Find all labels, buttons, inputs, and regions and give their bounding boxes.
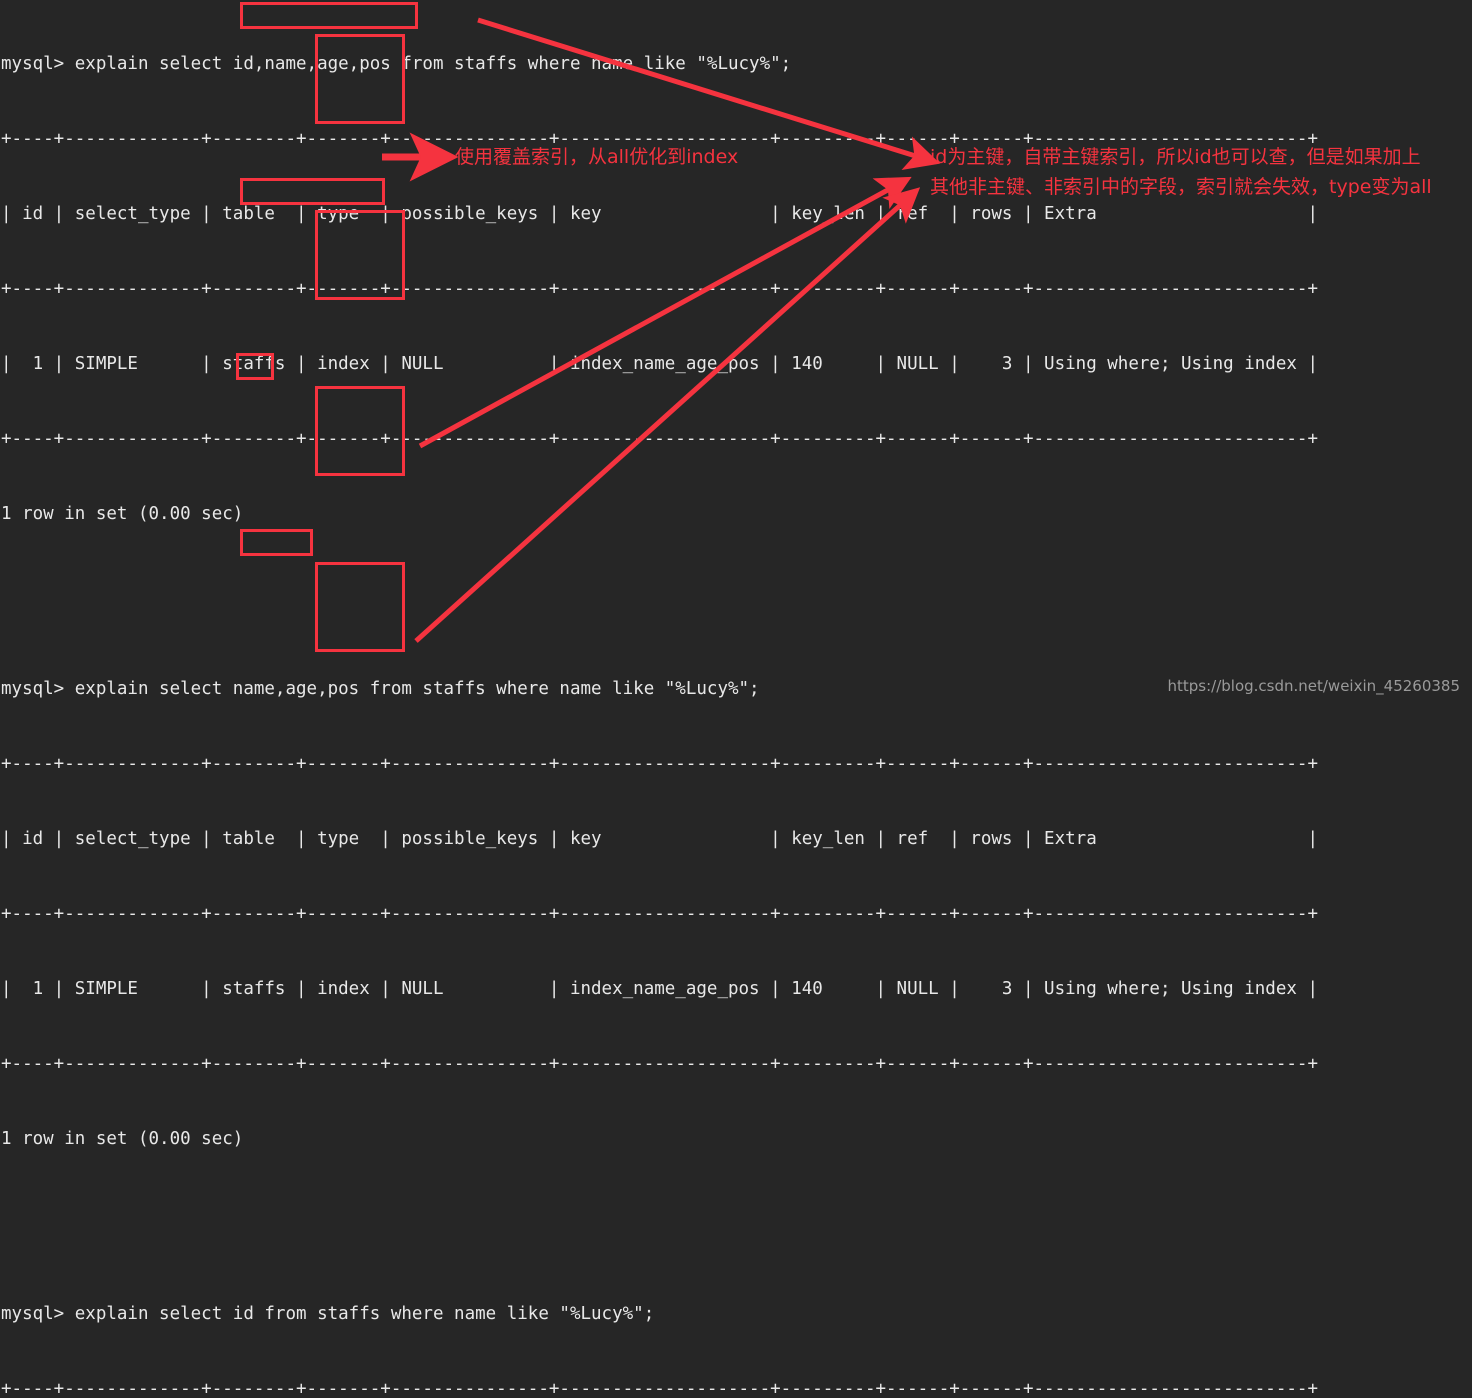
- table-row-2: | 1 | SIMPLE | staffs | index | NULL | i…: [1, 979, 1318, 999]
- table-sep-bot-2: +----+-------------+--------+-------+---…: [1, 1054, 1318, 1074]
- command-line-1: mysql> explain select id,name,age,pos fr…: [1, 54, 792, 74]
- command-line-3: mysql> explain select id from staffs whe…: [1, 1304, 655, 1324]
- table-sep-mid-1: +----+-------------+--------+-------+---…: [1, 279, 1318, 299]
- result-footer-2: 1 row in set (0.00 sec): [1, 1129, 244, 1149]
- result-footer-1: 1 row in set (0.00 sec): [1, 504, 244, 524]
- table-header-1: | id | select_type | table | type | poss…: [1, 204, 1318, 224]
- table-sep-top-3: +----+-------------+--------+-------+---…: [1, 1379, 1318, 1398]
- terminal-output: mysql> explain select id,name,age,pos fr…: [0, 0, 1472, 1398]
- table-row-1: | 1 | SIMPLE | staffs | index | NULL | i…: [1, 354, 1318, 374]
- table-sep-top-2: +----+-------------+--------+-------+---…: [1, 754, 1318, 774]
- table-sep-mid-2: +----+-------------+--------+-------+---…: [1, 904, 1318, 924]
- table-header-2: | id | select_type | table | type | poss…: [1, 829, 1318, 849]
- watermark-url: https://blog.csdn.net/weixin_45260385: [1167, 677, 1460, 695]
- table-sep-top-1: +----+-------------+--------+-------+---…: [1, 129, 1318, 149]
- table-sep-bot-1: +----+-------------+--------+-------+---…: [1, 429, 1318, 449]
